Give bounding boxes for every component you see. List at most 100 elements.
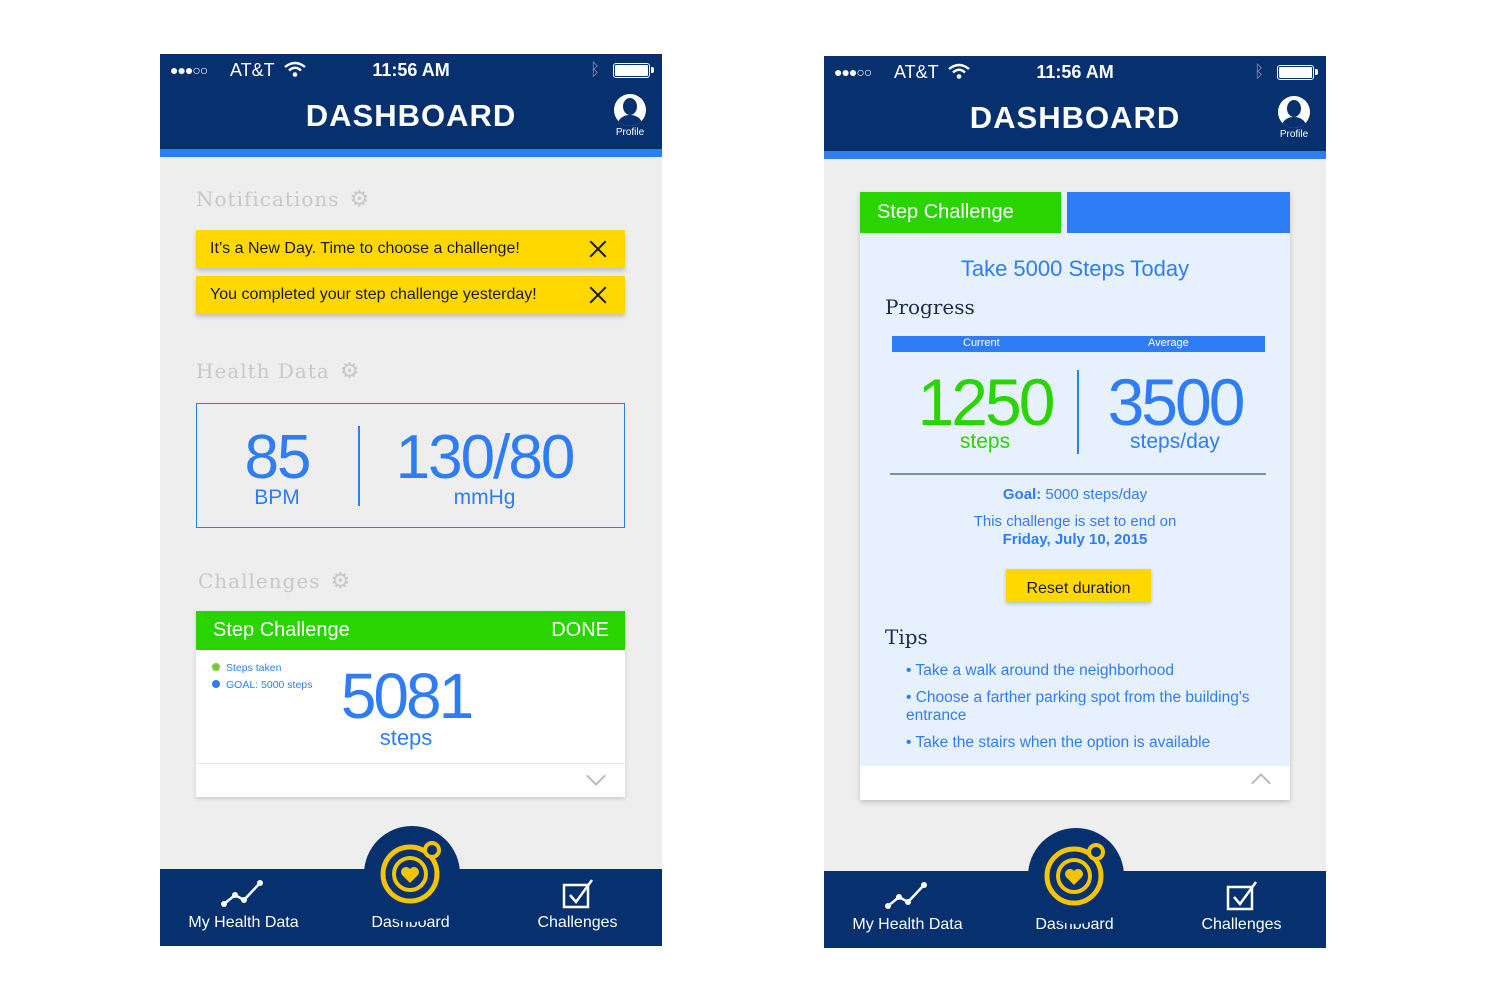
- trend-line-icon: [220, 880, 263, 907]
- legend-label: GOAL: 5000 steps: [226, 679, 313, 691]
- bluetooth-icon: ᛒ: [590, 60, 601, 79]
- status-bar: ●●●○○ AT&T 11:56 AM ᛒ: [160, 59, 662, 83]
- steps-unit: steps: [379, 725, 433, 750]
- health-data-heading: Health Data ⚙: [196, 359, 361, 384]
- battery-icon: [1277, 65, 1318, 80]
- challenge-detail-card: Step Challenge Take 5000 Steps Today Pro…: [860, 192, 1290, 800]
- status-time: 11:56 AM: [1036, 62, 1114, 82]
- steps-value: 5081: [340, 660, 474, 732]
- tab-challenges[interactable]: Challenges: [494, 869, 661, 946]
- legend-dot: [212, 680, 220, 688]
- checkbox-icon: [562, 879, 593, 909]
- end-date: Friday, July 10, 2015: [1002, 531, 1148, 548]
- gear-icon[interactable]: ⚙: [340, 359, 361, 384]
- tab-my-health-data[interactable]: My Health Data: [824, 871, 991, 948]
- heart-rate-unit: BPM: [254, 486, 300, 509]
- goal-value: 5000 steps/day: [1045, 486, 1148, 503]
- health-data-heading-label: Health Data: [196, 359, 330, 383]
- average-steps-value: 3500: [1107, 365, 1246, 439]
- tip-item: • Take the stairs when the option is ava…: [906, 734, 1211, 751]
- average-steps-unit: steps/day: [1130, 430, 1220, 453]
- divider: [1077, 370, 1079, 454]
- challenges-heading: Challenges ⚙: [198, 569, 351, 594]
- progress-heading: Progress: [885, 295, 975, 319]
- bluetooth-icon: ᛒ: [1254, 62, 1265, 81]
- app-header: ●●●○○ AT&T 11:56 AM ᛒ DASHBOARD Profile: [824, 56, 1326, 159]
- challenge-status: DONE: [551, 619, 609, 641]
- profile-label: Profile: [1279, 129, 1309, 140]
- tip-item: • Choose a farther parking spot from the…: [906, 689, 1250, 724]
- tab-label: My Health Data: [188, 914, 299, 931]
- profile-icon: [614, 94, 646, 126]
- tip-item: • Take a walk around the neighborhood: [906, 662, 1174, 679]
- tab-my-health-data[interactable]: My Health Data: [160, 869, 327, 946]
- notification-text: It’s a New Day. Time to choose a challen…: [210, 240, 520, 257]
- blood-pressure-unit: mmHg: [453, 486, 516, 509]
- current-steps-value: 1250: [917, 365, 1056, 439]
- close-icon[interactable]: [589, 240, 607, 258]
- goal-label: Goal:: [1002, 486, 1042, 503]
- app-header: ●●●○○ AT&T 11:56 AM ᛒ DASHBOARD Profile: [160, 54, 662, 157]
- legend-item: GOAL: 5000 steps: [212, 679, 312, 691]
- end-date-text: This challenge is set to end on: [973, 513, 1177, 530]
- legend-dot: [212, 663, 220, 671]
- challenge-card-header: Step Challenge DONE: [196, 611, 625, 650]
- checkbox-icon: [1226, 881, 1257, 911]
- notification-item[interactable]: You completed your step challenge yester…: [196, 276, 625, 314]
- tab-challenges[interactable]: Challenges: [1158, 871, 1325, 948]
- dashboard-hub-button[interactable]: [1028, 828, 1124, 924]
- page-title: DASHBOARD: [305, 98, 517, 133]
- notifications-heading-label: Notifications: [196, 187, 340, 211]
- status-time: 11:56 AM: [372, 60, 450, 80]
- tips-list: • Take a walk around the neighborhood • …: [906, 662, 1276, 761]
- divider: [890, 473, 1266, 475]
- tab-secondary[interactable]: [1067, 192, 1290, 233]
- profile-button[interactable]: Profile: [613, 94, 647, 138]
- heart-rate-value: 85: [244, 423, 312, 492]
- challenge-title: Take 5000 Steps Today: [960, 256, 1190, 281]
- divider: [196, 763, 625, 764]
- challenge-name: Step Challenge: [213, 619, 350, 641]
- tips-heading: Tips: [885, 625, 928, 649]
- heart-orbit-logo-icon: [380, 841, 441, 904]
- goal-text: Goal: 5000 steps/day: [860, 486, 1290, 503]
- health-data-panel[interactable]: 85 BPM 130/80 mmHg: [196, 403, 625, 528]
- header-accent-line: [160, 149, 662, 157]
- dashboard-screen-overview: ●●●○○ AT&T 11:56 AM ᛒ DASHBOARD Profile …: [160, 54, 662, 946]
- challenges-heading-label: Challenges: [198, 569, 321, 593]
- gear-icon[interactable]: ⚙: [331, 569, 352, 594]
- current-label: Current: [963, 337, 1000, 349]
- legend-item: Steps taken: [212, 662, 281, 674]
- profile-icon: [1278, 96, 1310, 128]
- status-bar: ●●●○○ AT&T 11:56 AM ᛒ: [824, 61, 1326, 85]
- tab-label: My Health Data: [852, 916, 963, 933]
- progress-label-bar: Current Average: [892, 336, 1265, 352]
- chevron-down-icon[interactable]: [586, 766, 606, 786]
- notifications-heading: Notifications ⚙: [196, 187, 370, 212]
- tab-step-challenge[interactable]: Step Challenge: [860, 192, 1061, 233]
- legend-label: Steps taken: [226, 662, 282, 674]
- profile-label: Profile: [615, 127, 645, 138]
- reset-duration-button[interactable]: Reset duration: [1006, 569, 1151, 602]
- page-title: DASHBOARD: [969, 100, 1181, 135]
- blood-pressure-value: 130/80: [395, 423, 576, 492]
- profile-button[interactable]: Profile: [1277, 96, 1311, 140]
- notification-item[interactable]: It’s a New Day. Time to choose a challen…: [196, 230, 625, 268]
- notification-text: You completed your step challenge yester…: [210, 286, 537, 303]
- gear-icon[interactable]: ⚙: [350, 187, 371, 212]
- trend-line-icon: [884, 882, 927, 909]
- average-label: Average: [1148, 337, 1189, 349]
- dashboard-screen-challenge-detail: ●●●○○ AT&T 11:56 AM ᛒ DASHBOARD Profile …: [824, 56, 1326, 948]
- close-icon[interactable]: [589, 286, 607, 304]
- current-steps-unit: steps: [959, 430, 1011, 453]
- tab-label: Challenges: [537, 914, 618, 931]
- chevron-up-icon[interactable]: [1251, 773, 1271, 793]
- challenge-card[interactable]: Step Challenge DONE Steps taken GOAL: 50…: [196, 611, 625, 797]
- header-accent-line: [824, 151, 1326, 159]
- dashboard-hub-button[interactable]: [364, 826, 460, 922]
- battery-icon: [613, 63, 654, 78]
- divider: [358, 426, 360, 506]
- tab-label: Challenges: [1201, 916, 1282, 933]
- heart-orbit-logo-icon: [1044, 843, 1105, 906]
- card-footer: [860, 766, 1290, 800]
